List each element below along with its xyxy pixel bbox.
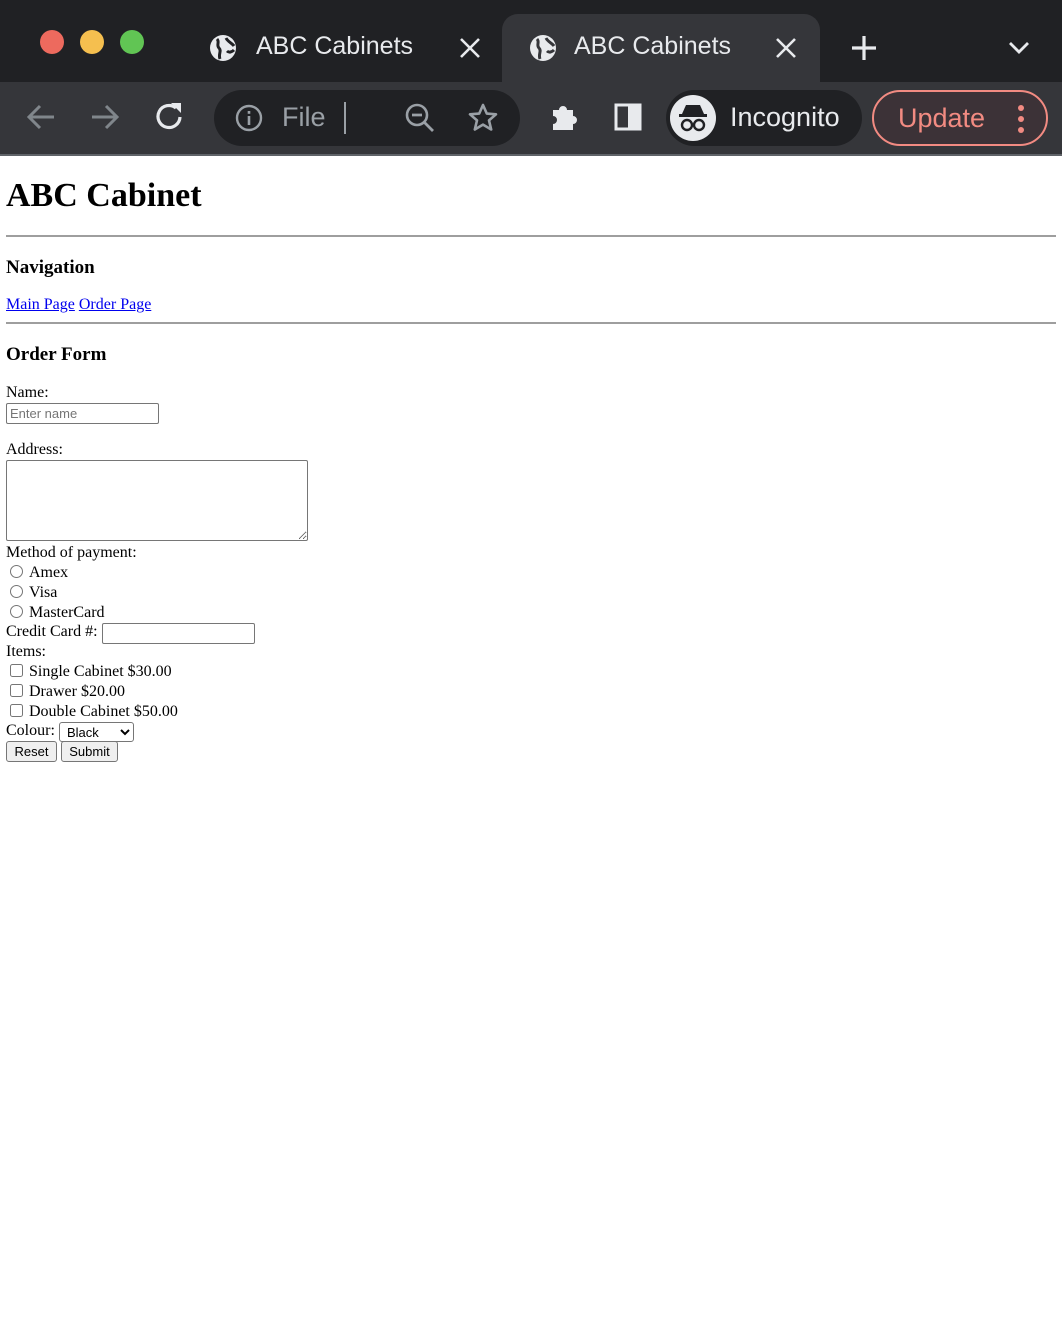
payment-label: Method of payment: xyxy=(6,544,137,561)
bookmark-star-icon[interactable] xyxy=(467,102,499,134)
credit-card-label: Credit Card #: xyxy=(6,623,98,640)
order-page-link[interactable]: Order Page xyxy=(79,296,151,313)
page-title: ABC Cabinet xyxy=(6,177,202,214)
update-button[interactable]: Update xyxy=(872,90,1048,146)
address-textarea[interactable] xyxy=(6,460,308,541)
update-label: Update xyxy=(898,103,986,133)
colour-label: Colour: xyxy=(6,722,55,739)
close-icon[interactable] xyxy=(774,36,798,60)
tab-title: ABC Cabinets xyxy=(256,32,414,60)
double-cabinet-label: Double Cabinet $50.00 xyxy=(29,703,178,720)
close-window-button[interactable] xyxy=(40,30,64,54)
item-double-cabinet[interactable]: Double Cabinet $50.00 xyxy=(6,703,178,721)
browser-toolbar: File Incognito Update xyxy=(0,82,1062,156)
items-label: Items: xyxy=(6,643,46,660)
navigation-heading: Navigation xyxy=(6,257,95,278)
credit-card-input[interactable] xyxy=(102,623,255,644)
drawer-checkbox[interactable] xyxy=(10,684,23,697)
payment-option-amex[interactable]: Amex xyxy=(6,564,68,582)
maximize-window-button[interactable] xyxy=(120,30,144,54)
incognito-profile-button[interactable]: Incognito xyxy=(666,90,862,146)
submit-button[interactable]: Submit xyxy=(61,741,118,762)
payment-option-mastercard[interactable]: MasterCard xyxy=(6,604,105,622)
globe-icon xyxy=(210,35,236,61)
side-panel-icon[interactable] xyxy=(611,100,645,134)
order-form-heading: Order Form xyxy=(6,344,107,365)
tab-strip: ABC Cabinets ABC Cabinets xyxy=(0,0,1062,82)
divider xyxy=(6,235,1056,237)
tab-title: ABC Cabinets xyxy=(574,32,732,60)
zoom-out-icon[interactable] xyxy=(404,102,436,134)
divider xyxy=(6,322,1056,324)
extensions-puzzle-icon[interactable] xyxy=(547,100,581,134)
address-label: Address: xyxy=(6,441,63,458)
incognito-avatar xyxy=(670,95,716,141)
main-page-link[interactable]: Main Page xyxy=(6,296,75,313)
colour-select[interactable]: Black xyxy=(59,722,134,742)
address-bar[interactable]: File xyxy=(214,90,520,146)
reset-button[interactable]: Reset xyxy=(6,741,57,762)
amex-label: Amex xyxy=(29,564,69,581)
name-input[interactable] xyxy=(6,403,159,424)
close-icon[interactable] xyxy=(458,36,482,60)
navigation-links: Main Page Order Page xyxy=(6,296,151,314)
name-label: Name: xyxy=(6,384,49,401)
new-tab-icon[interactable] xyxy=(850,34,878,62)
double-cabinet-checkbox[interactable] xyxy=(10,704,23,717)
single-cabinet-checkbox[interactable] xyxy=(10,664,23,677)
tab-active[interactable]: ABC Cabinets xyxy=(502,14,820,82)
back-arrow-icon[interactable] xyxy=(24,100,58,134)
address-divider xyxy=(344,102,346,134)
amex-radio[interactable] xyxy=(10,565,23,578)
globe-icon xyxy=(530,35,556,61)
info-icon[interactable] xyxy=(234,103,264,133)
mastercard-label: MasterCard xyxy=(29,604,105,621)
chevron-down-icon[interactable] xyxy=(1006,38,1032,58)
payment-option-visa[interactable]: Visa xyxy=(6,584,57,602)
minimize-window-button[interactable] xyxy=(80,30,104,54)
incognito-label: Incognito xyxy=(730,102,840,132)
visa-radio[interactable] xyxy=(10,585,23,598)
single-cabinet-label: Single Cabinet $30.00 xyxy=(29,663,172,680)
address-text: File xyxy=(282,102,326,132)
incognito-icon xyxy=(679,105,707,132)
drawer-label: Drawer $20.00 xyxy=(29,683,125,700)
item-single-cabinet[interactable]: Single Cabinet $30.00 xyxy=(6,663,172,681)
tab-inactive[interactable]: ABC Cabinets xyxy=(190,14,502,82)
visa-label: Visa xyxy=(29,584,58,601)
item-drawer[interactable]: Drawer $20.00 xyxy=(6,683,125,701)
more-vert-icon[interactable] xyxy=(1016,104,1026,134)
forward-arrow-icon[interactable] xyxy=(88,100,122,134)
reload-icon[interactable] xyxy=(153,100,187,134)
mastercard-radio[interactable] xyxy=(10,605,23,618)
